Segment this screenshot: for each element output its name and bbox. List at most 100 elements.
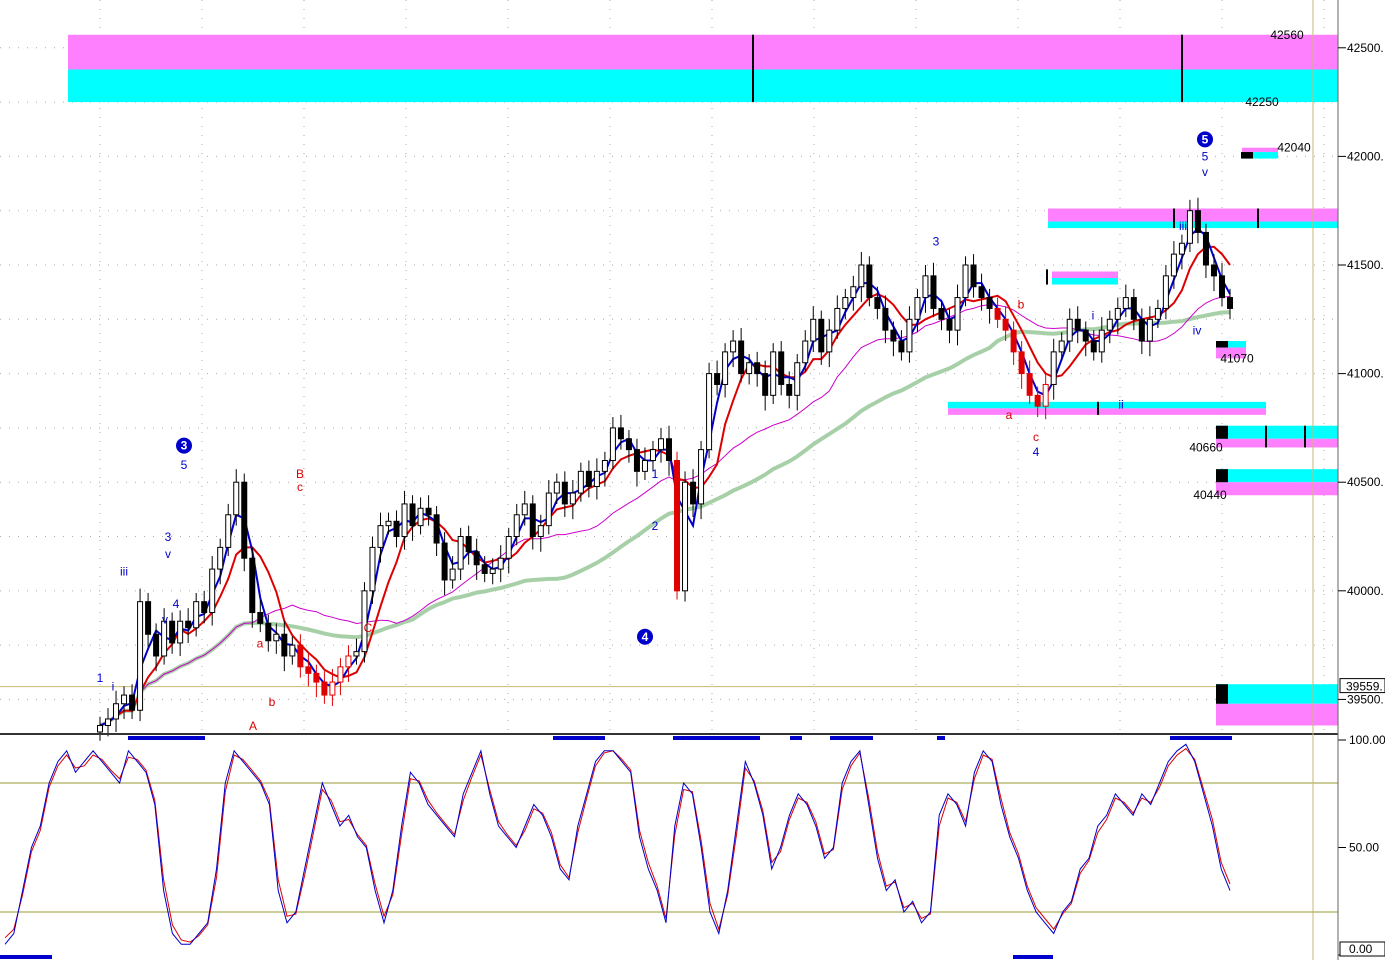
candle-body [193,601,200,629]
candle-body [393,520,400,538]
candle-body [113,703,120,720]
candle-body [1162,275,1169,309]
wave-label: 4 [173,597,180,611]
signal-bar [830,736,873,740]
candle-body [1218,275,1225,299]
candle-body [297,644,304,668]
candle-body [714,373,721,385]
candle-body [281,633,288,657]
candle-body [265,622,272,642]
candle-body [1042,383,1049,407]
oscillator-panel: 100.00 50.00 0.00 [0,733,1385,957]
candle-body [649,449,656,461]
candle-body [1106,318,1113,331]
wave-label: 4 [642,630,649,644]
axis-tick-label: 41000. [1347,367,1384,381]
chart-svg: 1iiii3v4v35aAbBcC1243bac4iiiiiiiv55v 425… [0,0,1385,960]
candle-body [401,503,408,538]
candle-body [1018,351,1025,375]
candle-body [834,307,841,331]
price-level-label: 40440 [1193,488,1227,502]
candle-body [105,718,112,726]
candle-body [481,564,488,574]
candle-body [657,438,664,451]
zone-band [68,34,1338,70]
candle-body [177,620,184,644]
candle-body [770,351,777,396]
candle-body [505,536,512,559]
zone-marker-block [1216,469,1228,483]
osc-axis-label: 100.00 [1349,733,1385,747]
candle-body [433,514,440,544]
candle-body [241,481,248,559]
zone-band [68,69,1338,103]
candle-body [1026,373,1033,396]
zone-marker-block [1216,425,1228,439]
candle-body [457,536,464,570]
zone-marker-block [1216,684,1228,704]
candle-body [1074,318,1081,331]
candle-body [1194,210,1201,233]
candle-body [425,507,432,516]
candle-body [938,307,945,320]
candle-body [313,672,320,683]
candle-body [978,286,985,299]
candle-body [233,481,240,516]
candle-body [625,438,632,451]
candle-body [249,557,256,614]
candle-body [337,666,344,683]
candle-body [617,427,624,440]
candle-body [794,362,801,396]
candle-body [698,449,705,505]
wave-label: c [1033,430,1039,444]
candle-body [553,481,560,494]
candle-body [1178,242,1185,255]
candle-body [1090,340,1097,353]
candle-body [257,612,264,624]
candle-body [345,655,352,668]
candle-body [609,427,616,461]
signal-bar [937,736,945,740]
candle-body [690,481,697,505]
candle-body [369,546,376,592]
candle-body [898,340,905,353]
candle-body [882,307,889,331]
candle-body [137,601,144,711]
candle-body [930,275,937,309]
price-level-label: 42560 [1270,28,1304,42]
candle-body [754,362,761,375]
candle-body [537,525,544,538]
wave-label: iii [1179,219,1187,233]
candle-body [321,681,328,696]
osc-k-line [4,743,1231,945]
zone-band [1216,438,1338,448]
candle-body [738,340,745,375]
wave-label: v [165,547,171,561]
wave-label: A [249,719,257,733]
candle-body [1058,340,1065,353]
current-price-label: 39559. [1346,680,1383,694]
candle-body [601,459,608,472]
wave-label: 1 [97,671,104,685]
candle-body [561,481,568,505]
wave-label: b [269,695,276,709]
candle-body [593,470,600,488]
wave-label: 4 [1033,445,1040,459]
axis-tick-label: 40500. [1347,475,1384,489]
candle-body [1010,329,1017,353]
candle-body [674,459,681,592]
wave-label: 3 [165,530,172,544]
candle-body [802,340,809,364]
candle-body [746,362,753,375]
candle-body [1146,318,1153,342]
candle-body [377,525,384,548]
oscillator-lines [4,743,1231,945]
osc-d-line [4,747,1231,943]
wave-label: 1 [652,467,659,481]
candle-body [209,568,216,614]
signal-bar [553,736,605,740]
candle-body [874,297,881,309]
wave-label: a [257,636,264,650]
price-level-label: 40660 [1189,440,1223,454]
zone-band [1216,703,1338,726]
